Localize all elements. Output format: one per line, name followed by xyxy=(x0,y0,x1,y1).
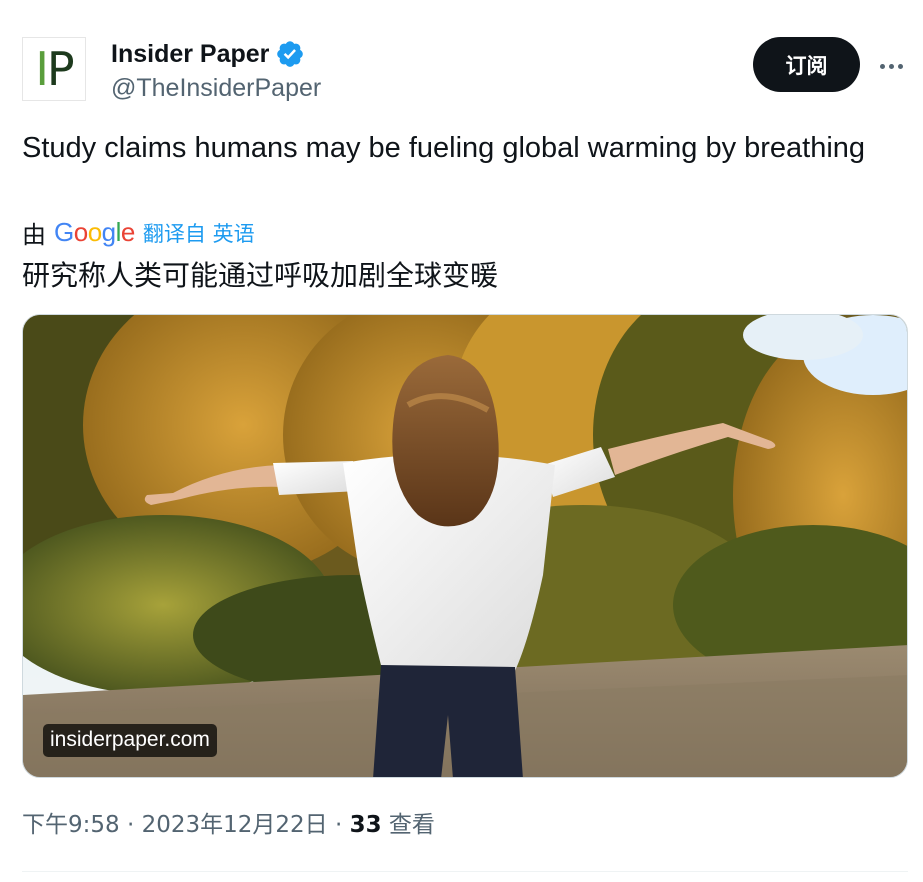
tweet-meta: 下午9:58 · 2023年12月22日 · 33 查看 xyxy=(22,808,435,842)
avatar-logo-text: IP xyxy=(35,42,74,96)
meta-separator: · xyxy=(119,812,142,838)
tweet-text: Study claims humans may be fueling globa… xyxy=(22,132,866,164)
avatar[interactable]: IP xyxy=(22,37,86,101)
translated-text: 研究称人类可能通过呼吸加剧全球变暖 xyxy=(22,259,499,292)
dot xyxy=(879,63,885,69)
translated-by-label: 由 xyxy=(22,221,46,249)
dot xyxy=(897,63,903,69)
display-name-row[interactable]: Insider Paper xyxy=(111,38,305,70)
tweet: IP Insider Paper @TheInsiderPaper 订阅 Stu… xyxy=(0,0,923,882)
tweet-date[interactable]: 2023年12月22日 xyxy=(142,812,328,838)
translated-from-link[interactable]: 翻译自 英语 xyxy=(143,218,255,248)
translation-attribution: 由 Google 翻译自 英语 xyxy=(22,215,255,250)
verified-badge-icon xyxy=(277,41,304,67)
dot xyxy=(888,63,894,69)
subscribe-button[interactable]: 订阅 xyxy=(753,37,860,92)
tweet-time[interactable]: 下午9:58 xyxy=(22,812,120,838)
more-horizontal-icon[interactable] xyxy=(872,52,910,80)
media-image[interactable] xyxy=(22,314,908,778)
display-name[interactable]: Insider Paper xyxy=(111,38,269,70)
views-count: 33 xyxy=(349,812,382,838)
photo-illustration xyxy=(23,315,907,777)
media-source-label[interactable]: insiderpaper.com xyxy=(43,724,217,757)
divider xyxy=(22,871,908,872)
meta-separator: · xyxy=(327,812,350,838)
user-handle[interactable]: @TheInsiderPaper xyxy=(111,72,321,104)
views-label: 查看 xyxy=(381,812,435,838)
google-logo: Google xyxy=(54,217,135,247)
